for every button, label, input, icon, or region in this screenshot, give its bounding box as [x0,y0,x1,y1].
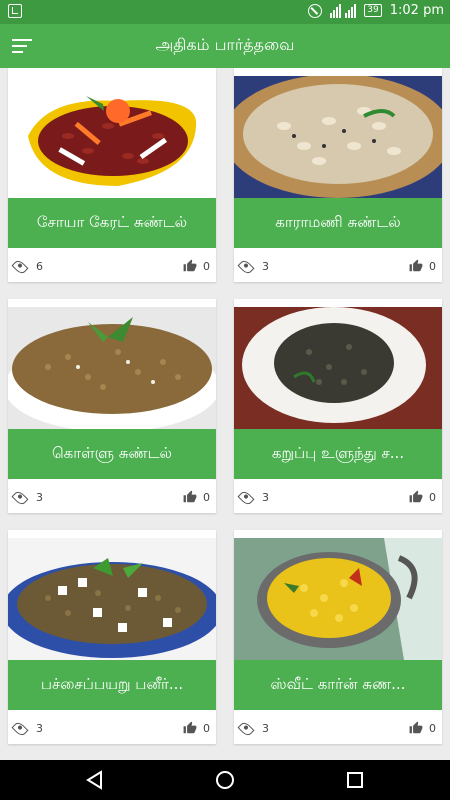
notification-app-icon [8,4,22,18]
eye-icon [11,489,29,506]
recipe-title: கொள்ளு சுண்டல் [8,429,216,479]
eye-icon [237,720,255,737]
recipe-title: ஸ்வீட் கார்ன் சுண... [234,660,442,710]
thumbs-up-icon [183,721,197,734]
battery-icon: 39 [364,4,382,17]
likes-value: 0 [429,721,436,735]
likes-value: 0 [203,259,210,273]
eye-icon [237,258,255,275]
recipe-card[interactable]: கறுப்பு உளுந்து ச... 3 0 [234,299,442,513]
recipe-title: கறுப்பு உளுந்து ச... [234,429,442,479]
recipe-title: சோயா கேரட் சுண்டல் [8,198,216,248]
likes-value: 0 [429,490,436,504]
thumbs-up-icon [409,259,423,272]
thumbs-up-icon [183,490,197,503]
likes-count[interactable]: 0 [409,721,436,735]
views-count: 3 [11,720,43,737]
thumbs-up-icon [409,721,423,734]
recents-icon[interactable] [344,769,366,791]
cowpea-sundal-photo [234,76,442,198]
views-value: 6 [36,260,43,273]
sweet-corn-photo [234,538,442,660]
recipe-card[interactable]: சோயா கேரட் சுண்டல் 6 0 [8,68,216,282]
likes-count[interactable]: 0 [183,721,210,735]
likes-value: 0 [203,490,210,504]
views-value: 3 [262,722,269,735]
horsegram-sundal-photo [8,307,216,429]
likes-count[interactable]: 0 [409,259,436,273]
app-bar: அதிகம் பார்த்தவை [0,24,450,68]
eye-icon [11,720,29,737]
likes-value: 0 [203,721,210,735]
views-count: 6 [11,258,43,275]
likes-count[interactable]: 0 [409,490,436,504]
likes-value: 0 [429,259,436,273]
recipe-card[interactable]: பச்சைப்பயறு பனீர்... 3 0 [8,530,216,744]
status-bar: 39 1:02 pm [0,0,450,24]
green-gram-paneer-photo [8,538,216,660]
eye-icon [11,258,29,275]
views-count: 3 [237,258,269,275]
black-urad-photo [234,307,442,429]
do-not-disturb-icon [308,3,323,18]
signal-icon [330,3,357,18]
views-count: 3 [237,489,269,506]
bean-salad-photo [8,76,216,198]
views-count: 3 [237,720,269,737]
recipe-grid: சோயா கேரட் சுண்டல் 6 0 காராமணி சுண்டல் 3… [0,68,450,760]
views-value: 3 [36,491,43,504]
back-icon[interactable] [84,769,106,791]
views-value: 3 [262,260,269,273]
thumbs-up-icon [183,259,197,272]
recipe-title: பச்சைப்பயறு பனீர்... [8,660,216,710]
recipe-card[interactable]: ஸ்வீட் கார்ன் சுண... 3 0 [234,530,442,744]
views-value: 3 [262,491,269,504]
views-value: 3 [36,722,43,735]
system-nav-bar [0,760,450,800]
recipe-title: காராமணி சுண்டல் [234,198,442,248]
likes-count[interactable]: 0 [183,490,210,504]
home-icon[interactable] [214,769,236,791]
page-title: அதிகம் பார்த்தவை [155,35,295,54]
views-count: 3 [11,489,43,506]
likes-count[interactable]: 0 [183,259,210,273]
eye-icon [237,489,255,506]
thumbs-up-icon [409,490,423,503]
recipe-card[interactable]: கொள்ளு சுண்டல் 3 0 [8,299,216,513]
recipe-card[interactable]: காராமணி சுண்டல் 3 0 [234,68,442,282]
status-time: 1:02 pm [389,3,444,18]
